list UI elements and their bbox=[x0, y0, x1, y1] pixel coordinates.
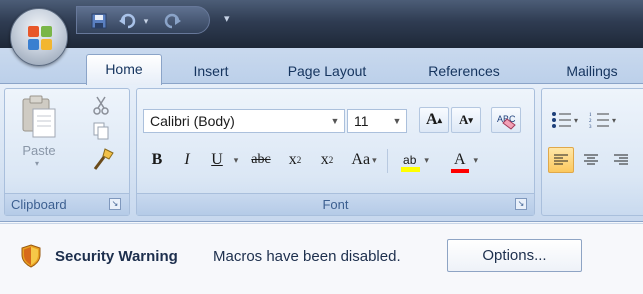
tab-home[interactable]: Home bbox=[86, 54, 162, 85]
font-color-label: A bbox=[453, 151, 466, 168]
office-logo-icon bbox=[28, 26, 52, 50]
svg-text:1: 1 bbox=[589, 113, 592, 118]
tab-references[interactable]: References bbox=[408, 58, 520, 84]
superscript-base: x bbox=[320, 151, 329, 168]
svg-text:2: 2 bbox=[589, 119, 592, 124]
font-group: Calibri (Body) ▼ 11 ▼ A ▴ A ▾ ABC B I U ▾ … bbox=[136, 88, 535, 216]
font-color-button[interactable]: A ▾ bbox=[443, 147, 489, 173]
italic-button[interactable]: I bbox=[175, 147, 199, 173]
superscript-button[interactable]: x2 bbox=[313, 147, 341, 173]
copy-icon[interactable] bbox=[91, 121, 113, 143]
font-size-dropdown-icon[interactable]: ▼ bbox=[388, 110, 406, 132]
title-bar: ▾ ▾ bbox=[0, 0, 643, 48]
undo-icon[interactable] bbox=[117, 11, 139, 31]
security-message-bar: Security Warning Macros have been disabl… bbox=[0, 223, 643, 294]
svg-text:3: 3 bbox=[589, 125, 592, 129]
subscript-base: x bbox=[288, 151, 297, 168]
svg-text:▾: ▾ bbox=[574, 116, 578, 125]
align-left-icon[interactable] bbox=[548, 147, 574, 173]
grow-font-label: A bbox=[425, 111, 438, 128]
paste-icon bbox=[22, 95, 56, 138]
italic-label: I bbox=[184, 151, 190, 168]
align-center-icon[interactable] bbox=[578, 147, 604, 173]
shield-icon bbox=[20, 244, 42, 268]
paste-label: Paste bbox=[22, 143, 56, 158]
highlight-label: ab bbox=[403, 153, 417, 167]
paste-button[interactable]: Paste ▾ bbox=[19, 95, 63, 168]
svg-text:▾: ▾ bbox=[612, 116, 616, 125]
clear-formatting-icon[interactable]: ABC bbox=[491, 107, 521, 133]
change-case-label: Aa bbox=[351, 151, 371, 168]
format-painter-icon[interactable] bbox=[91, 147, 115, 171]
bullets-icon[interactable]: ▾ bbox=[548, 107, 582, 133]
options-button[interactable]: Options... bbox=[447, 239, 582, 272]
superscript-mark: 2 bbox=[328, 155, 334, 165]
shrink-font-label: A bbox=[459, 112, 469, 127]
cut-icon[interactable] bbox=[91, 95, 113, 117]
numbering-icon[interactable]: 1 2 3 ▾ bbox=[586, 107, 620, 133]
ribbon: Paste ▾ Clipboard ↘ Calibri (Body) ▼ 11 … bbox=[0, 84, 643, 222]
tab-insert[interactable]: Insert bbox=[176, 58, 246, 84]
undo-dropdown-icon[interactable]: ▾ bbox=[141, 11, 151, 31]
highlight-button[interactable]: ab ▾ bbox=[393, 147, 439, 173]
change-case-button[interactable]: Aa ▾ bbox=[345, 147, 383, 173]
clipboard-launcher-icon[interactable]: ↘ bbox=[109, 198, 121, 210]
paste-dropdown-icon[interactable]: ▾ bbox=[35, 159, 39, 168]
font-size-value: 11 bbox=[354, 113, 369, 129]
grow-font-button[interactable]: A ▴ bbox=[419, 107, 449, 133]
security-warning-message: Macros have been disabled. bbox=[213, 248, 401, 265]
office-button[interactable] bbox=[10, 8, 68, 66]
align-right-icon[interactable] bbox=[608, 147, 634, 173]
security-message-inner: Security Warning Macros have been disabl… bbox=[0, 236, 643, 280]
shrink-font-button[interactable]: A ▾ bbox=[451, 107, 481, 133]
ribbon-tab-strip: Home Insert Page Layout References Maili… bbox=[0, 48, 643, 85]
underline-button[interactable]: U bbox=[205, 147, 229, 173]
strikethrough-label: abc bbox=[251, 152, 271, 167]
save-icon[interactable] bbox=[89, 11, 109, 31]
tab-page-layout[interactable]: Page Layout bbox=[268, 58, 386, 84]
font-name-value: Calibri (Body) bbox=[150, 113, 235, 129]
bold-label: B bbox=[151, 151, 163, 168]
font-group-label: Font bbox=[137, 193, 534, 215]
underline-label: U bbox=[211, 151, 223, 168]
customize-qat-icon[interactable]: ▾ bbox=[224, 14, 230, 25]
font-launcher-icon[interactable]: ↘ bbox=[515, 198, 527, 210]
font-size-combo[interactable]: 11 ▼ bbox=[347, 109, 407, 133]
paragraph-group: ▾ 1 2 3 ▾ bbox=[541, 88, 643, 216]
subscript-button[interactable]: x2 bbox=[281, 147, 309, 173]
bold-button[interactable]: B bbox=[145, 147, 169, 173]
underline-dropdown-icon[interactable]: ▾ bbox=[229, 147, 243, 173]
security-warning-title: Security Warning bbox=[55, 248, 178, 265]
font-name-combo[interactable]: Calibri (Body) ▼ bbox=[143, 109, 345, 133]
subscript-mark: 2 bbox=[296, 155, 302, 165]
font-name-dropdown-icon[interactable]: ▼ bbox=[326, 110, 344, 132]
font-separator bbox=[387, 149, 388, 173]
strikethrough-button[interactable]: abc bbox=[245, 147, 277, 173]
tab-mailings[interactable]: Mailings bbox=[548, 58, 636, 84]
clipboard-group: Paste ▾ Clipboard ↘ bbox=[4, 88, 130, 216]
quick-access-toolbar: ▾ bbox=[76, 6, 210, 34]
highlight-color-swatch bbox=[401, 167, 421, 172]
redo-icon[interactable] bbox=[161, 11, 183, 31]
font-color-swatch bbox=[450, 169, 469, 173]
